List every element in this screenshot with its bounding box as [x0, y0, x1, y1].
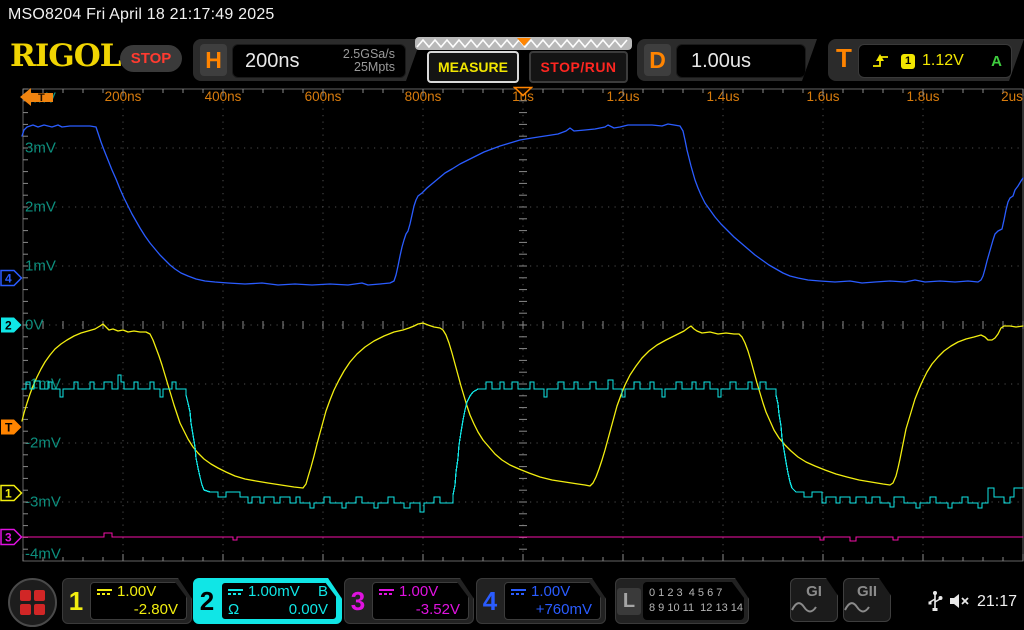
impedance-label: Ω	[228, 601, 239, 619]
menu-button[interactable]	[8, 578, 57, 627]
dc-coupling-icon	[511, 589, 526, 595]
trigger-position-marker[interactable]	[513, 86, 533, 97]
ch1-offset-marker[interactable]: 1	[0, 484, 23, 502]
trigger-time-marker[interactable]: T	[20, 86, 54, 106]
logic-row-2: 8 9 10 11 12 13 14 15	[649, 601, 736, 616]
menu-dot	[20, 590, 31, 601]
svg-text:2: 2	[5, 319, 12, 333]
measure-button[interactable]: MEASURE	[427, 51, 519, 83]
svg-text:1: 1	[5, 487, 12, 501]
oscilloscope-screen: { "title_bar": { "text": "MSO8204 Fri Ap…	[0, 0, 1024, 630]
channel-4-block[interactable]: 4 1.00V+760mV	[476, 578, 606, 624]
ch2-offset-marker[interactable]: 2	[0, 316, 23, 334]
logic-label: L	[617, 588, 641, 615]
trigger-panel[interactable]: T 1 1.12V A	[828, 39, 1024, 81]
trigger-level-marker[interactable]: T	[0, 418, 23, 436]
bandwidth-limit-badge: B	[318, 583, 328, 601]
usb-icon	[927, 590, 943, 612]
channel-offset: -2.80V	[134, 601, 178, 619]
svg-text:3: 3	[5, 531, 12, 545]
channel-3-block[interactable]: 3 1.00V-3.52V	[344, 578, 474, 624]
trigger-level-value: 1.12V	[922, 52, 964, 70]
h-key[interactable]: H	[200, 44, 227, 76]
channel-offset: 0.00V	[289, 601, 328, 619]
sine-icon	[844, 601, 870, 613]
trigger-sweep-mode: A	[991, 53, 1002, 70]
channel-2-block[interactable]: 2 1.00mV B Ω 0.00V	[193, 578, 342, 624]
timebase-box: 200ns 2.5GSa/s 25Mpts	[232, 44, 406, 78]
speaker-muted-icon[interactable]	[948, 592, 972, 610]
channel-number: 4	[477, 579, 503, 623]
logic-channels-block[interactable]: L 0 1 2 3 4 5 6 7 8 9 10 11 12 13 14 15	[615, 578, 749, 624]
title-bar: MSO8204 Fri April 18 21:17:49 2025	[8, 6, 275, 24]
menu-dot	[20, 604, 31, 615]
generator-1-button[interactable]: GI	[790, 578, 838, 622]
dc-coupling-icon	[228, 589, 243, 595]
stop-run-button[interactable]: STOP/RUN	[529, 51, 628, 83]
channel-number: 2	[194, 579, 220, 623]
svg-text:4: 4	[5, 272, 12, 286]
horizontal-panel[interactable]: H 200ns 2.5GSa/s 25Mpts	[193, 39, 421, 81]
channel-scale: 1.00V	[399, 583, 438, 601]
channel-scale: 1.00V	[117, 583, 156, 601]
sine-icon	[791, 601, 817, 613]
ch4-offset-marker[interactable]: 4	[0, 269, 23, 287]
gen1-label: GI	[806, 583, 822, 600]
menu-dot	[34, 604, 45, 615]
trigger-box: 1 1.12V A	[858, 44, 1012, 78]
svg-text:T: T	[38, 92, 45, 104]
dc-coupling-icon	[97, 589, 112, 595]
channel-3-trace	[22, 533, 1023, 541]
dc-coupling-icon	[379, 589, 394, 595]
rising-edge-icon	[871, 52, 891, 70]
rigol-logo: RIGOL	[10, 38, 121, 74]
waveform-display: 4mV3mV2mV1mV0V-1mV-2mV-3mV-4mV 200ns400n…	[0, 86, 1024, 575]
delay-value: 1.00us	[677, 50, 751, 73]
delay-box: 1.00us	[676, 44, 806, 78]
channel-1-trace	[22, 323, 1023, 488]
waveform-position-scrollbar[interactable]	[415, 36, 633, 51]
channel-1-block[interactable]: 1 1.00V-2.80V	[62, 578, 192, 624]
memory-depth: 25Mpts	[354, 60, 395, 74]
timebase-value: 200ns	[233, 50, 300, 73]
channel-number: 1	[63, 579, 89, 623]
run-state-badge[interactable]: STOP	[120, 45, 182, 72]
delay-panel[interactable]: D 1.00us	[637, 39, 817, 81]
gen2-label: GII	[857, 583, 877, 600]
t-key[interactable]: T	[836, 43, 852, 74]
sample-rate: 2.5GSa/s	[343, 47, 395, 61]
channel-number: 3	[345, 579, 371, 623]
clock: 21:17	[977, 593, 1017, 611]
channel-scale: 1.00V	[531, 583, 570, 601]
channel-scale: 1.00mV	[248, 583, 300, 601]
generator-2-button[interactable]: GII	[843, 578, 891, 622]
svg-text:T: T	[5, 421, 13, 435]
channel-offset: +760mV	[536, 601, 592, 619]
trigger-source-badge: 1	[901, 54, 915, 69]
d-key[interactable]: D	[644, 44, 671, 76]
ch3-offset-marker[interactable]: 3	[0, 528, 23, 546]
channel-offset: -3.52V	[416, 601, 460, 619]
logic-row-1: 0 1 2 3 4 5 6 7	[649, 586, 736, 601]
menu-dot	[34, 590, 45, 601]
